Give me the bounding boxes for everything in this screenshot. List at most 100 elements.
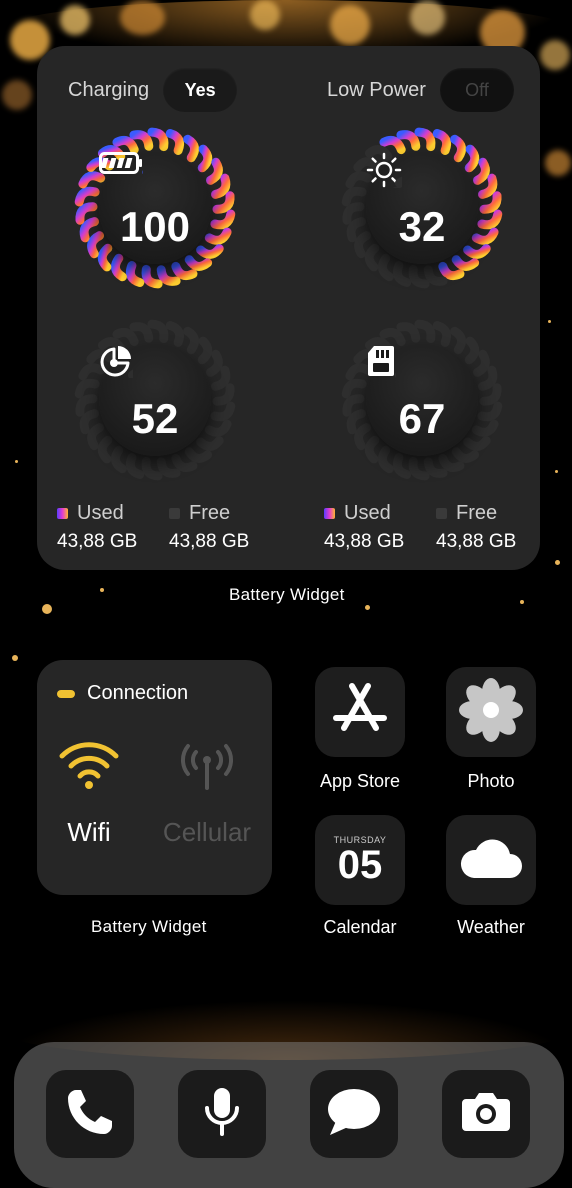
gauge-segment: [432, 321, 452, 347]
calendar-app[interactable]: THURSDAY 05 Calendar: [315, 815, 405, 938]
storage-gauge: 67: [336, 314, 508, 486]
weather-label: Weather: [457, 917, 525, 937]
used-value: 43,88 GB: [57, 531, 138, 552]
camera-icon: [460, 1091, 512, 1138]
gauge-segment: [394, 176, 402, 188]
gauge-segment: [97, 435, 113, 464]
photos-flower-icon: [458, 677, 524, 748]
gauge-segment: [184, 255, 213, 271]
gauge-segment: [432, 129, 452, 155]
gauge-segment: [451, 447, 480, 463]
gauge-segment: [408, 456, 430, 481]
gauge-segment: [125, 453, 145, 479]
phone-app[interactable]: [46, 1070, 134, 1158]
photo-app[interactable]: Photo: [446, 667, 536, 792]
gauge-segment: [364, 435, 380, 464]
gauge-segment: [354, 231, 371, 259]
app-store-app[interactable]: App Store: [315, 667, 405, 792]
cellular-label: Cellular: [162, 817, 252, 847]
gauge-segment: [206, 349, 223, 377]
gauge-segment: [341, 378, 367, 399]
gauge-segment: [141, 456, 163, 481]
gauge-segment: [147, 127, 169, 152]
message-bubble-icon: [326, 1087, 382, 1142]
gauge-segment: [451, 255, 480, 271]
weather-tile[interactable]: [446, 815, 536, 905]
used-label: Used: [77, 502, 124, 524]
status-dash-icon: [57, 689, 75, 698]
gauge-segment: [392, 261, 412, 287]
cellular-status[interactable]: Cellular: [157, 740, 257, 848]
app-store-label: App Store: [319, 771, 401, 791]
gauge-segment: [377, 445, 394, 474]
gauge-segment: [450, 134, 467, 163]
sd-card-icon: [368, 346, 442, 394]
gauge-segment: [471, 227, 499, 245]
weather-app[interactable]: Weather: [446, 815, 536, 938]
gauge-segment: [183, 134, 200, 163]
wifi-label: Wifi: [67, 817, 111, 847]
calendar-tile[interactable]: THURSDAY 05: [315, 815, 405, 905]
ram-value: 52: [131, 395, 179, 442]
charging-label: Charging: [68, 78, 150, 101]
photo-tile[interactable]: [446, 667, 536, 757]
gauge-segment: [110, 253, 127, 282]
charging-row: Charging Yes: [68, 68, 238, 112]
wifi-icon: [58, 742, 120, 794]
gauge-segment: [204, 227, 232, 245]
storage-free: Free 43,88 GB: [436, 502, 546, 553]
cellular-antenna-icon: [176, 744, 238, 794]
gauge-segment: [414, 319, 436, 344]
free-swatch: [169, 508, 180, 519]
gauge-segment: [377, 253, 394, 282]
app-store-tile[interactable]: [315, 667, 405, 757]
free-value: 43,88 GB: [436, 531, 517, 552]
gauge-segment: [463, 244, 491, 259]
messages-app[interactable]: [310, 1070, 398, 1158]
used-label: Used: [344, 502, 391, 524]
battery-gauge: 100: [69, 122, 241, 294]
free-swatch: [436, 508, 447, 519]
battery-icon: [99, 152, 175, 202]
cloud-icon: [458, 836, 524, 885]
low-power-row: Low Power Off: [327, 68, 514, 112]
connection-widget-caption: Battery Widget: [91, 917, 207, 936]
brightness-gauge: 32: [336, 122, 508, 294]
gauge-segment: [87, 231, 104, 259]
calendar-label: Calendar: [323, 917, 397, 937]
connection-title: Connection: [57, 682, 188, 705]
gauge-segment: [196, 244, 224, 259]
gauge-segment: [110, 445, 127, 474]
gauge-segment: [74, 378, 100, 399]
gauge-segment: [197, 144, 213, 173]
gauge-segment: [206, 157, 223, 185]
photo-label: Photo: [467, 771, 515, 791]
wifi-status[interactable]: Wifi: [39, 740, 139, 848]
gauge-segment: [78, 171, 106, 189]
gauge-segment: [473, 157, 490, 185]
connection-widget[interactable]: Connection Wifi Cellular: [37, 660, 272, 895]
gauge-segment: [165, 129, 185, 155]
low-power-label: Low Power: [327, 78, 426, 101]
calendar-date: 05: [337, 843, 383, 887]
sun-icon: [366, 152, 442, 202]
gauge-segment: [165, 321, 185, 347]
used-swatch: [324, 508, 335, 519]
ram-gauge: 52: [69, 314, 241, 486]
battery-widget[interactable]: Charging Yes Low Power Off 100 32 52 67 …: [37, 46, 540, 570]
voice-memo-app[interactable]: [178, 1070, 266, 1158]
gauge-segment: [97, 243, 113, 272]
charging-status-pill[interactable]: Yes: [163, 68, 238, 112]
low-power-status-pill[interactable]: Off: [439, 68, 514, 112]
battery-widget-caption: Battery Widget: [229, 585, 345, 604]
gauge-segment: [473, 349, 490, 377]
camera-app[interactable]: [442, 1070, 530, 1158]
gauge-segment: [471, 419, 499, 437]
gauge-segment: [125, 261, 145, 287]
free-label: Free: [189, 502, 231, 524]
used-swatch: [57, 508, 68, 519]
gauge-segment: [197, 336, 213, 365]
gauge-segment: [354, 423, 371, 451]
gauge-segment: [463, 436, 491, 451]
gauge-segment: [450, 326, 467, 355]
